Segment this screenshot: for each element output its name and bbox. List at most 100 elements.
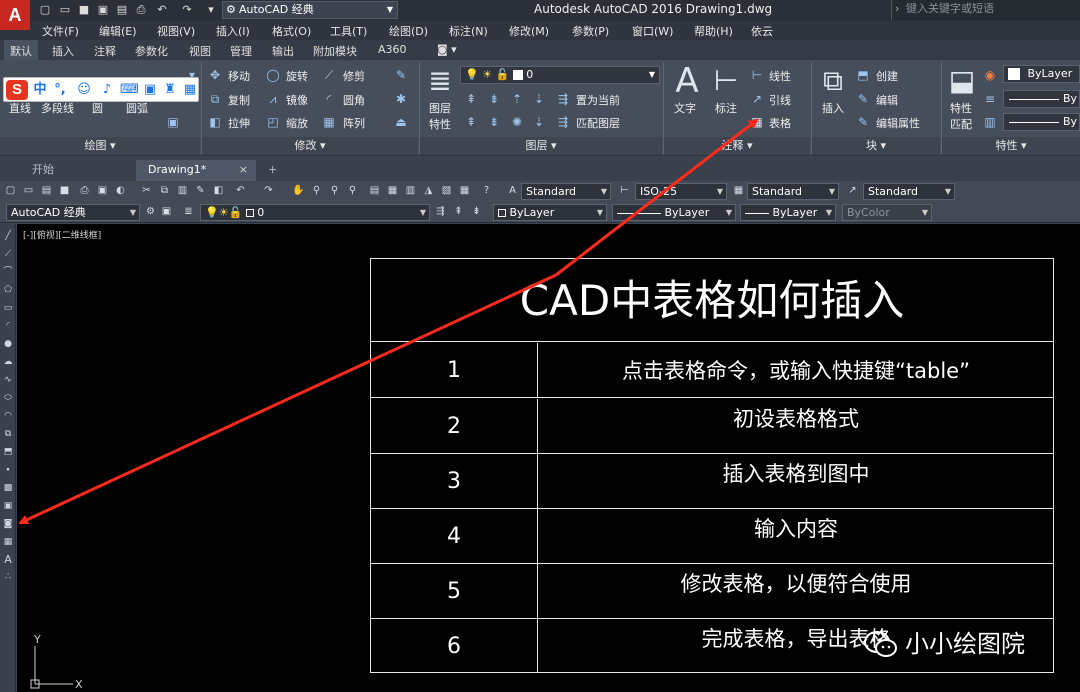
help-icon[interactable]: ? (480, 184, 493, 197)
apps-grid-icon[interactable]: ▦ (182, 82, 198, 98)
color-control-dropdown[interactable]: ByLayer ▼ (493, 204, 607, 221)
region-tool-icon[interactable]: ◙ (2, 518, 14, 530)
tab-output[interactable]: 输出 (272, 43, 294, 59)
calculator-icon[interactable]: ▦ (458, 184, 471, 197)
lineweight-dropdown[interactable]: By (1003, 113, 1080, 131)
edit-block-icon[interactable]: ✎ (856, 92, 870, 106)
menu-help[interactable]: 帮助(H) (694, 23, 733, 39)
dim-style-dropdown[interactable]: ISO-25 ▼ (635, 183, 727, 200)
mirror-button[interactable]: 镜像 (286, 92, 308, 108)
lineweight-control-dropdown[interactable]: ByLayer ▼ (740, 204, 836, 221)
scale-icon[interactable]: ◰ (266, 115, 280, 129)
keyboard-icon[interactable]: ⌨ (120, 82, 139, 98)
brush-icon[interactable]: ✎ (394, 68, 408, 82)
toolbox-icon[interactable]: ▣ (142, 82, 158, 98)
linear-dim-button[interactable]: 线性 (769, 68, 791, 84)
open-icon[interactable]: ▤ (40, 184, 53, 197)
cad-table[interactable]: CAD中表格如何插入 1 点击表格命令，或输入快捷键“table” 2 初设表格… (370, 258, 1054, 673)
insert-block-label[interactable]: 插入 (822, 100, 844, 116)
color-wheel-icon[interactable]: ◉ (983, 68, 997, 82)
new-icon[interactable]: ▭ (22, 184, 35, 197)
redo-icon[interactable]: ↷ (180, 3, 194, 17)
layer-properties-label[interactable]: 图层 (429, 100, 451, 116)
tab-view[interactable]: 视图 (189, 43, 211, 59)
array-button[interactable]: 阵列 (343, 115, 365, 131)
mleader-style-icon[interactable]: ↗ (846, 184, 859, 197)
stretch-icon[interactable]: ◧ (208, 115, 222, 129)
create-block-button[interactable]: 创建 (876, 68, 898, 84)
line-tool-icon[interactable]: ╱ (2, 230, 14, 242)
table-tool-icon[interactable]: ▦ (2, 536, 14, 548)
match-layer-icon[interactable]: ⇶ (556, 115, 570, 129)
create-block-icon[interactable]: ⬒ (856, 68, 870, 82)
zoom-window-icon[interactable]: ⚲ (328, 184, 341, 197)
arc-button-label[interactable]: 圆弧 (126, 100, 148, 116)
menu-insert[interactable]: 插入(I) (216, 23, 250, 39)
make-block-tool-icon[interactable]: ⬒ (2, 446, 14, 458)
tab-insert[interactable]: 插入 (52, 43, 74, 59)
polyline-button-label[interactable]: 多段线 (41, 100, 74, 116)
print-icon[interactable]: ⎙ (78, 184, 91, 197)
markup-icon[interactable]: ▧ (440, 184, 453, 197)
save-icon[interactable]: ■ (58, 184, 71, 197)
scale-button[interactable]: 缩放 (286, 115, 308, 131)
viewport-controls[interactable]: [-][俯视][二维线框] (23, 228, 101, 241)
microphone-icon[interactable]: ♪ (99, 82, 115, 98)
paste-icon[interactable]: ▥ (176, 184, 189, 197)
add-selected-icon[interactable]: ∴ (2, 571, 14, 583)
block-editor-icon[interactable]: ◧ (212, 184, 225, 197)
layer-dropdown-classic[interactable]: 💡☀🔓 0 ▼ (200, 204, 430, 221)
print-icon[interactable]: ⎙ (134, 3, 148, 17)
trim-icon[interactable]: ⟋ (322, 68, 336, 82)
copy-icon[interactable]: ⧉ (158, 184, 171, 197)
ime-toolbar[interactable]: S 中 °, ☺ ♪ ⌨ ▣ ♜ ▦ (3, 77, 199, 102)
search-input[interactable]: › 键入关键字或短语 (891, 0, 1080, 20)
polyline-tool-icon[interactable]: ⌒ (2, 266, 14, 278)
design-center-icon[interactable]: ▦ (386, 184, 399, 197)
match-properties-icon[interactable]: ⬓ (947, 66, 977, 96)
layer-state-icon[interactable]: ⇟ (470, 205, 483, 218)
mleader-style-dropdown[interactable]: Standard ▼ (863, 183, 955, 200)
gradient-tool-icon[interactable]: ▣ (2, 500, 14, 512)
text-button-label[interactable]: 文字 (674, 100, 696, 116)
tab-addins[interactable]: 附加模块 (313, 43, 357, 59)
sogou-logo-icon[interactable]: S (6, 80, 28, 100)
construction-line-icon[interactable]: ⟋ (2, 248, 14, 260)
layer-tool-icon[interactable]: ✺ (510, 115, 524, 129)
explode-icon[interactable]: ✱ (394, 92, 408, 106)
array-icon[interactable]: ▦ (322, 115, 336, 129)
menu-dimension[interactable]: 标注(N) (449, 23, 488, 39)
redo-icon[interactable]: ↷ (262, 184, 275, 197)
layer-properties-icon[interactable]: ≣ (425, 66, 455, 96)
tab-annotate[interactable]: 注释 (94, 43, 116, 59)
dim-style-icon[interactable]: ⊢ (618, 184, 631, 197)
menu-window[interactable]: 窗口(W) (632, 23, 673, 39)
layer-tool-icon[interactable]: ⇣ (532, 115, 546, 129)
zoom-realtime-icon[interactable]: ⚲ (310, 184, 323, 197)
text-style-icon[interactable]: A (506, 184, 519, 197)
menu-format[interactable]: 格式(O) (272, 23, 311, 39)
layer-tool-icon[interactable]: ⇟ (487, 115, 501, 129)
rotate-icon[interactable]: ◯ (266, 68, 280, 82)
drawing-canvas[interactable]: [-][俯视][二维线框] CAD中表格如何插入 1 点击表格命令，或输入快捷键… (17, 224, 1080, 692)
stretch-button[interactable]: 拉伸 (228, 115, 250, 131)
text-style-dropdown[interactable]: Standard ▼ (521, 183, 611, 200)
open-file-icon[interactable]: ▭ (58, 3, 72, 17)
layer-tool-icon[interactable]: ⇡ (510, 92, 524, 106)
insert-block-icon[interactable]: ⧉ (818, 66, 848, 96)
circle-tool-icon[interactable]: ● (2, 338, 14, 350)
menu-parametric[interactable]: 参数(P) (572, 23, 609, 39)
undo-icon[interactable]: ↶ (234, 184, 247, 197)
workspace-dropdown-classic[interactable]: AutoCAD 经典 ▼ (6, 204, 140, 221)
match-properties-label2[interactable]: 匹配 (950, 116, 972, 132)
quick-access-dropdown-icon[interactable]: ▾ (204, 3, 218, 17)
set-current-icon[interactable]: ⇶ (556, 92, 570, 106)
table-style-dropdown[interactable]: Standard ▼ (747, 183, 839, 200)
lineweight-icon[interactable]: ≡ (983, 92, 997, 106)
save-icon[interactable]: ■ (77, 3, 91, 17)
tool-palette-icon[interactable]: ▥ (404, 184, 417, 197)
properties-icon[interactable]: ▤ (368, 184, 381, 197)
polygon-tool-icon[interactable]: ⬠ (2, 284, 14, 296)
move-button[interactable]: 移动 (228, 68, 250, 84)
layers-panel-title[interactable]: 图层 ▾ (420, 137, 662, 155)
